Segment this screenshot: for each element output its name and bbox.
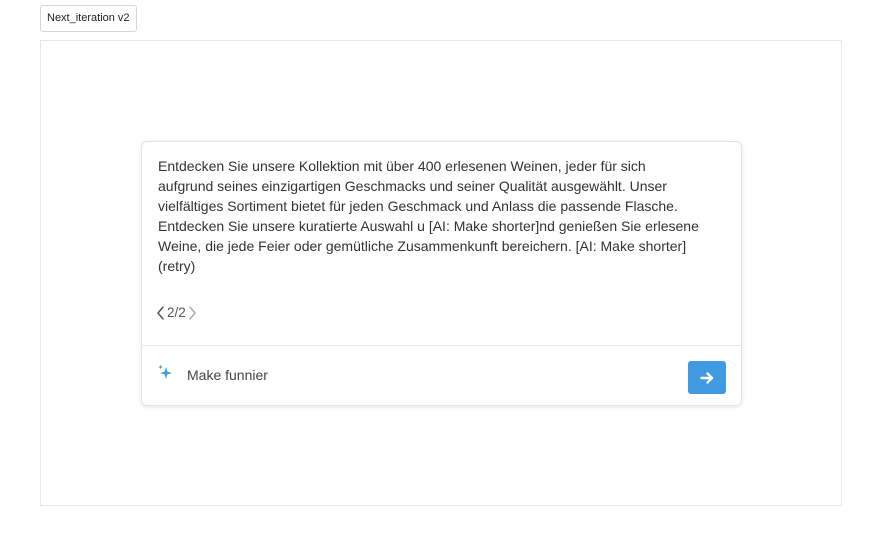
sparkle-icon [157, 364, 175, 382]
send-button[interactable] [688, 361, 726, 394]
ai-prompt-input[interactable] [187, 363, 667, 387]
arrow-right-icon [700, 371, 714, 384]
version-tag[interactable]: Next_iteration v2 [40, 5, 137, 32]
editor-canvas: Entdecken Sie unsere Kollektion mit über… [40, 40, 842, 506]
prompt-row [142, 346, 741, 406]
ai-generated-text: Entdecken Sie unsere Kollektion mit über… [158, 158, 699, 274]
ai-suggestion-card: Entdecken Sie unsere Kollektion mit über… [141, 141, 742, 406]
pager-count: 2/2 [167, 305, 186, 320]
suggestion-pager: 2/2 [156, 302, 197, 324]
chevron-right-icon[interactable] [187, 305, 197, 321]
chevron-left-icon[interactable] [156, 305, 166, 321]
